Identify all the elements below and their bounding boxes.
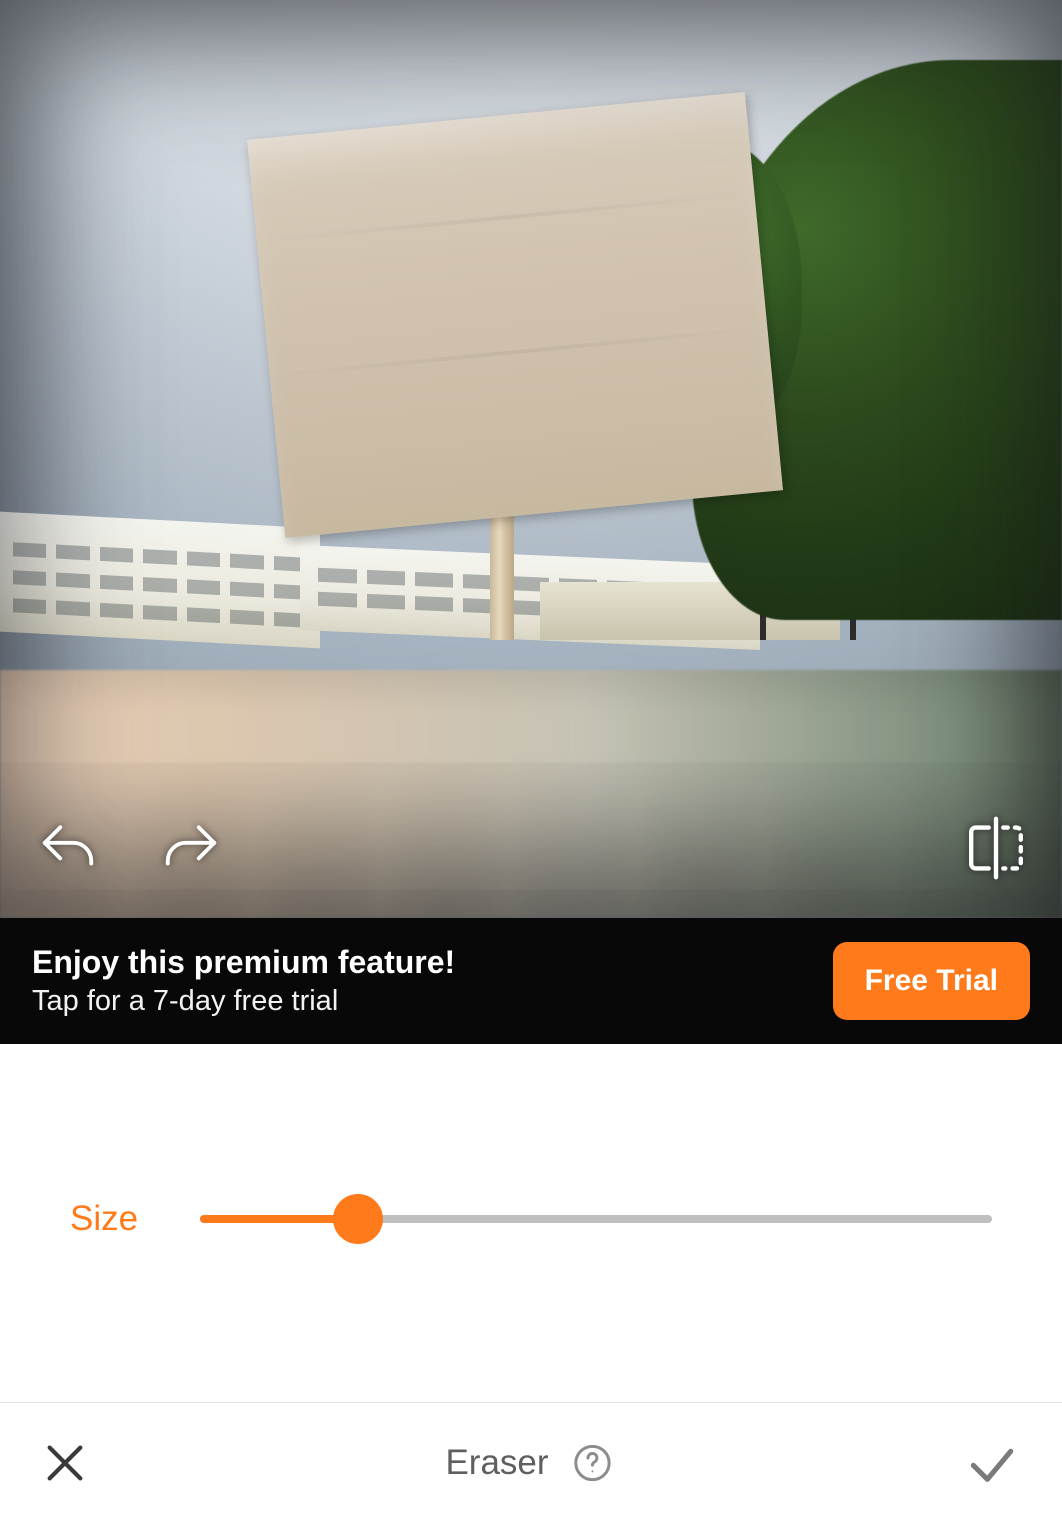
- size-slider-row: Size: [0, 1044, 1062, 1244]
- close-icon: [42, 1440, 88, 1486]
- tool-panel: Size Eraser: [0, 1044, 1062, 1522]
- help-icon: [573, 1443, 613, 1483]
- undo-button[interactable]: [32, 814, 104, 886]
- banner-subtitle: Tap for a 7-day free trial: [32, 985, 455, 1018]
- compare-button[interactable]: [960, 814, 1032, 886]
- bottom-bar: Eraser: [0, 1402, 1062, 1522]
- undo-icon: [37, 817, 99, 884]
- redo-icon: [160, 817, 222, 884]
- size-slider-label: Size: [70, 1199, 160, 1239]
- apply-button[interactable]: [960, 1431, 1024, 1495]
- help-button[interactable]: [569, 1439, 617, 1487]
- tool-title-group: Eraser: [445, 1439, 616, 1487]
- free-trial-button[interactable]: Free Trial: [833, 942, 1030, 1020]
- tool-name: Eraser: [445, 1443, 548, 1483]
- banner-title: Enjoy this premium feature!: [32, 944, 455, 981]
- photo-signboard: [247, 92, 783, 538]
- mirror-compare-icon: [961, 813, 1031, 888]
- app-root: Enjoy this premium feature! Tap for a 7-…: [0, 0, 1062, 1522]
- cancel-button[interactable]: [38, 1436, 92, 1490]
- slider-thumb[interactable]: [333, 1194, 383, 1244]
- size-slider[interactable]: [200, 1194, 992, 1244]
- check-icon: [964, 1435, 1020, 1491]
- edited-photo: [0, 0, 1062, 918]
- editor-canvas[interactable]: [0, 0, 1062, 918]
- premium-banner[interactable]: Enjoy this premium feature! Tap for a 7-…: [0, 918, 1062, 1044]
- banner-text: Enjoy this premium feature! Tap for a 7-…: [32, 944, 455, 1018]
- redo-button[interactable]: [155, 814, 227, 886]
